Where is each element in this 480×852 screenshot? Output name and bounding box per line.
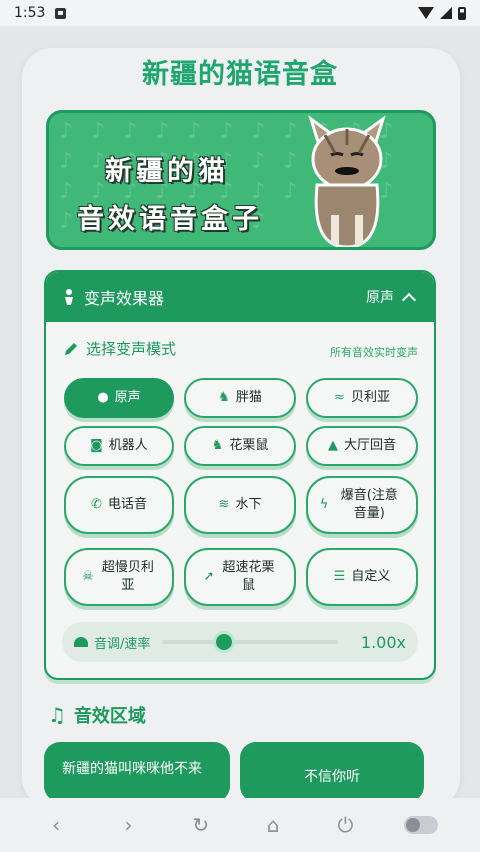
cat-image bbox=[308, 115, 386, 247]
mode-label: 水下 bbox=[235, 497, 262, 512]
mode-label: 爆音(注意音量) bbox=[340, 488, 398, 521]
status-time: 1:53 bbox=[14, 5, 46, 21]
subtitle-text: 选择变声模式 bbox=[86, 340, 177, 358]
cat-icon: ♞ bbox=[211, 438, 224, 453]
mode-button-slow-belial[interactable]: ☠ 超慢贝利亚 bbox=[64, 548, 174, 606]
mode-label: 超速花栗鼠 bbox=[222, 560, 275, 593]
mode-button-fast-chipmunk[interactable]: ➚ 超速花栗鼠 bbox=[184, 548, 296, 606]
slider-track[interactable] bbox=[162, 640, 338, 644]
signal-icon bbox=[440, 7, 452, 19]
panel-header[interactable]: 变声效果器 原声 bbox=[46, 272, 434, 322]
mode-label: 贝利亚 bbox=[350, 390, 390, 405]
browser-nav-bar: ‹ › ↻ ⌂ ⏻ bbox=[0, 798, 480, 852]
back-icon[interactable]: ‹ bbox=[42, 811, 70, 839]
banner-line-1: 新疆的猫 bbox=[105, 156, 229, 187]
panel-title: 变声效果器 bbox=[84, 289, 165, 308]
mode-label: 电话音 bbox=[107, 497, 147, 512]
user-icon: ● bbox=[97, 390, 109, 405]
notification-icon bbox=[55, 7, 67, 19]
mode-button-robot[interactable]: ◙ 机器人 bbox=[64, 426, 174, 466]
status-icons bbox=[418, 6, 466, 20]
sound-card[interactable]: 新疆的猫叫咪咪他不来 bbox=[44, 742, 230, 802]
mode-button-hall-echo[interactable]: ▲ 大厅回音 bbox=[306, 426, 418, 466]
mode-label: 胖猫 bbox=[235, 390, 262, 405]
current-mode: 原声 bbox=[366, 290, 394, 306]
status-bar: 1:53 bbox=[0, 0, 480, 26]
sound-section-header: ♫ 音效区域 bbox=[48, 702, 146, 728]
battery-icon bbox=[458, 6, 466, 20]
speed-value: 1.00x bbox=[360, 632, 406, 652]
water-icon: ≋ bbox=[218, 497, 230, 512]
music-note-icon: ♫ bbox=[48, 703, 66, 727]
realtime-hint: 所有音效实时变声 bbox=[330, 346, 418, 359]
home-icon[interactable]: ⌂ bbox=[259, 811, 287, 839]
power-icon[interactable]: ⏻ bbox=[331, 811, 359, 839]
sound-section-title: 音效区域 bbox=[73, 706, 146, 727]
mode-button-blast[interactable]: ϟ 爆音(注意音量) bbox=[306, 476, 418, 534]
bolt-icon: ϟ bbox=[319, 497, 329, 512]
mode-button-custom[interactable]: ☰ 自定义 bbox=[306, 548, 418, 606]
voice-changer-panel: 变声效果器 原声 选择变声模式 所有音效实时变声 ● 原声 ♞ 胖猫 ≈ 贝利亚… bbox=[44, 270, 436, 680]
banner-line-2: 音效语音盒子 bbox=[77, 204, 263, 235]
mode-button-original[interactable]: ● 原声 bbox=[64, 378, 174, 418]
skull-icon: ☠ bbox=[82, 569, 94, 584]
mode-button-fat-cat[interactable]: ♞ 胖猫 bbox=[184, 378, 296, 418]
dragon-icon: ≈ bbox=[334, 390, 345, 405]
page-title: 新疆的猫语音盒 bbox=[142, 59, 338, 90]
mode-button-chipmunk[interactable]: ♞ 花栗鼠 bbox=[184, 426, 296, 466]
banner: ♪♪♪♪♪♪♪♪♪♪♪♪♪♪♪♪♪♪♪♪♪♪♪♪♪♪♪♪♪♪♪♪♪♪♪♪♪♪♪♪… bbox=[46, 110, 436, 250]
slider-thumb[interactable] bbox=[212, 631, 235, 653]
slider-label: 音调/速率 bbox=[94, 636, 151, 652]
mode-label: 大厅回音 bbox=[343, 438, 396, 453]
chevron-up-icon[interactable] bbox=[401, 292, 417, 307]
mode-label: 自定义 bbox=[351, 569, 391, 584]
mode-button-belial[interactable]: ≈ 贝利亚 bbox=[306, 378, 418, 418]
toggle-switch[interactable] bbox=[403, 816, 438, 834]
robot-icon: ◙ bbox=[90, 438, 103, 453]
mic-icon bbox=[65, 289, 73, 305]
pitch-speed-row: 音调/速率 1.00x bbox=[62, 622, 418, 662]
mode-label: 花栗鼠 bbox=[229, 438, 269, 453]
mode-button-underwater[interactable]: ≋ 水下 bbox=[184, 476, 296, 534]
gauge-icon bbox=[74, 637, 88, 647]
rocket-icon: ➚ bbox=[203, 569, 215, 584]
mode-label: 机器人 bbox=[108, 438, 148, 453]
mode-label: 超慢贝利亚 bbox=[101, 560, 154, 593]
sliders-icon: ☰ bbox=[333, 569, 346, 584]
mode-label: 原声 bbox=[114, 390, 141, 405]
sound-card-label: 新疆的猫叫咪咪他不来 bbox=[62, 761, 202, 777]
wifi-icon bbox=[418, 7, 434, 19]
sound-card[interactable]: 不信你听 bbox=[240, 742, 424, 802]
sound-card-label: 不信你听 bbox=[304, 769, 360, 785]
forward-icon[interactable]: › bbox=[114, 811, 142, 839]
cat-icon: ♞ bbox=[218, 390, 230, 405]
pencil-icon bbox=[65, 342, 77, 355]
reload-icon[interactable]: ↻ bbox=[187, 811, 215, 839]
mode-button-phone[interactable]: ✆ 电话音 bbox=[64, 476, 174, 534]
mode-subtitle: 选择变声模式 bbox=[64, 338, 176, 359]
triangle-icon: ▲ bbox=[327, 438, 338, 453]
phone-icon: ✆ bbox=[91, 497, 102, 512]
